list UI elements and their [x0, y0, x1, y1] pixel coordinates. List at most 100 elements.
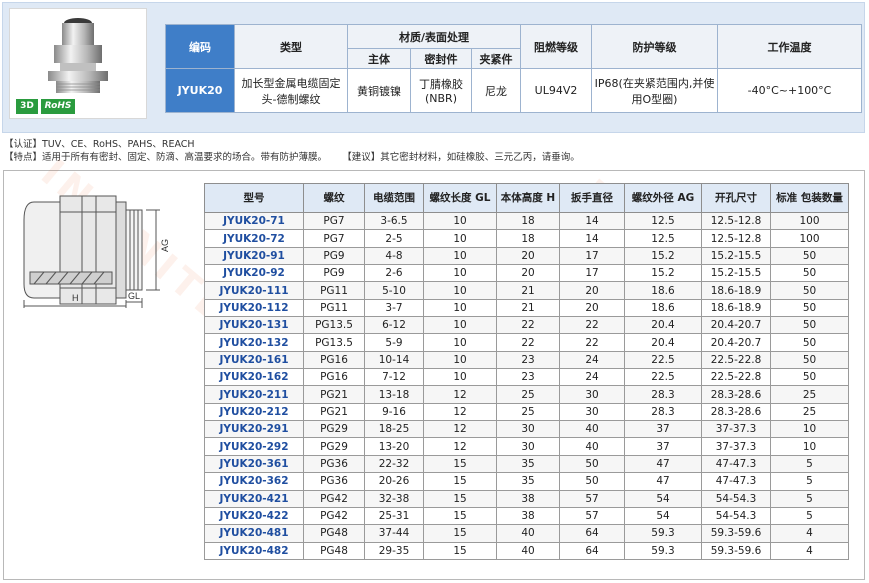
table-cell: 32-38 [364, 489, 424, 508]
table-cell: 5 [770, 489, 849, 508]
table-row: JYUK20-161 PG16 10-14 10 23 24 22.5 22.5-22.8 50 [204, 350, 849, 370]
col-header: 螺纹 [303, 183, 365, 213]
model-code-cell[interactable]: JYUK20-91 [204, 246, 304, 266]
table-cell: 5-10 [364, 281, 424, 300]
table-cell: 10-14 [364, 350, 424, 370]
spec-clamp: 尼龙 [471, 68, 521, 113]
spec-body: 黄铜镀镍 [347, 68, 411, 113]
table-cell: 9-16 [364, 402, 424, 422]
table-cell: PG29 [303, 420, 365, 439]
table-cell: 12.5-12.8 [701, 211, 771, 231]
table-cell: PG13.5 [303, 333, 365, 352]
table-cell: 25 [496, 402, 560, 422]
model-code-cell[interactable]: JYUK20-112 [204, 298, 304, 318]
table-cell: 12.5-12.8 [701, 229, 771, 248]
table-cell: 64 [559, 524, 625, 543]
model-code-cell[interactable]: JYUK20-482 [204, 541, 304, 560]
table-cell: 15 [423, 541, 497, 560]
table-row: JYUK20-72 PG7 2-5 10 18 14 12.5 12.5-12.8 100 [204, 229, 849, 248]
model-code-cell[interactable]: JYUK20-72 [204, 229, 304, 248]
model-code-cell[interactable]: JYUK20-481 [204, 524, 304, 543]
table-cell: 25 [496, 385, 560, 404]
model-code-cell[interactable]: JYUK20-211 [204, 385, 304, 404]
table-cell: 20.4-20.7 [701, 316, 771, 335]
table-cell: 100 [770, 229, 849, 248]
table-cell: PG36 [303, 454, 365, 474]
model-code-cell[interactable]: JYUK20-71 [204, 211, 304, 231]
col-header: 螺纹长度 GL [423, 183, 497, 213]
model-code-cell[interactable]: JYUK20-111 [204, 281, 304, 300]
model-code-cell[interactable]: JYUK20-361 [204, 454, 304, 474]
table-cell: 21 [496, 281, 560, 300]
model-code-cell[interactable]: JYUK20-421 [204, 489, 304, 508]
model-code-cell[interactable]: JYUK20-292 [204, 437, 304, 456]
col-header: 本体高度 H [496, 183, 560, 213]
table-cell: 10 [423, 350, 497, 370]
model-code-cell[interactable]: JYUK20-212 [204, 402, 304, 422]
spec-flame: UL94V2 [520, 68, 592, 113]
model-code-cell[interactable]: JYUK20-92 [204, 264, 304, 283]
table-cell: PG7 [303, 211, 365, 231]
table-cell: 5 [770, 472, 849, 491]
spec-seal: 丁腈橡胶(NBR) [410, 68, 472, 113]
model-code-cell[interactable]: JYUK20-161 [204, 350, 304, 370]
table-cell: 18 [496, 229, 560, 248]
table-cell: 18.6 [624, 281, 702, 300]
model-code-cell[interactable]: JYUK20-362 [204, 472, 304, 491]
table-cell: 30 [496, 437, 560, 456]
model-code-cell[interactable]: JYUK20-422 [204, 506, 304, 526]
table-cell: 35 [496, 454, 560, 474]
col-header: 开孔尺寸 [701, 183, 771, 213]
model-code-cell[interactable]: JYUK20-132 [204, 333, 304, 352]
col-header: 标准 包装数量 [770, 183, 849, 213]
spec-type: 加长型金属电缆固定头-德制螺纹 [234, 68, 348, 113]
spec-header-flame: 阻燃等级 [520, 24, 592, 69]
label-gl: GL [128, 291, 140, 301]
model-code-cell[interactable]: JYUK20-162 [204, 368, 304, 387]
model-code-cell[interactable]: JYUK20-291 [204, 420, 304, 439]
table-cell: 20 [496, 246, 560, 266]
table-cell: 18.6-18.9 [701, 298, 771, 318]
table-cell: 50 [770, 298, 849, 318]
table-cell: 25-31 [364, 506, 424, 526]
table-cell: 3-7 [364, 298, 424, 318]
table-cell: 57 [559, 489, 625, 508]
table-row: JYUK20-132 PG13.5 5-9 10 22 22 20.4 20.4-20.7 50 [204, 333, 849, 352]
table-cell: 38 [496, 489, 560, 508]
table-cell: 2-6 [364, 264, 424, 283]
table-cell: 10 [423, 281, 497, 300]
badge-3d[interactable]: 3D [16, 99, 38, 114]
table-cell: 37-37.3 [701, 437, 771, 456]
table-cell: 100 [770, 211, 849, 231]
table-cell: 40 [496, 541, 560, 560]
table-cell: 22.5-22.8 [701, 368, 771, 387]
table-cell: 15.2 [624, 264, 702, 283]
table-cell: 10 [770, 437, 849, 456]
table-cell: 22 [559, 333, 625, 352]
table-cell: 25 [770, 385, 849, 404]
table-cell: 10 [423, 368, 497, 387]
spec-header-type: 类型 [234, 24, 348, 69]
table-cell: 37 [624, 420, 702, 439]
table-cell: 47-47.3 [701, 454, 771, 474]
table-cell: 17 [559, 246, 625, 266]
table-cell: PG9 [303, 264, 365, 283]
table-cell: 15 [423, 472, 497, 491]
model-code-cell[interactable]: JYUK20-131 [204, 316, 304, 335]
table-cell: PG11 [303, 298, 365, 318]
table-cell: 20.4-20.7 [701, 333, 771, 352]
table-cell: 37-37.3 [701, 420, 771, 439]
table-cell: PG11 [303, 281, 365, 300]
label-h: H [72, 293, 79, 303]
table-cell: 13-18 [364, 385, 424, 404]
table-cell: 10 [423, 298, 497, 318]
table-cell: 12 [423, 420, 497, 439]
table-cell: 18.6-18.9 [701, 281, 771, 300]
table-cell: 37 [624, 437, 702, 456]
table-cell: 38 [496, 506, 560, 526]
spec-header-seal: 密封件 [410, 48, 472, 69]
col-header: 螺纹外径 AG [624, 183, 702, 213]
table-cell: 5 [770, 454, 849, 474]
table-cell: 10 [423, 264, 497, 283]
table-cell: 20 [559, 298, 625, 318]
